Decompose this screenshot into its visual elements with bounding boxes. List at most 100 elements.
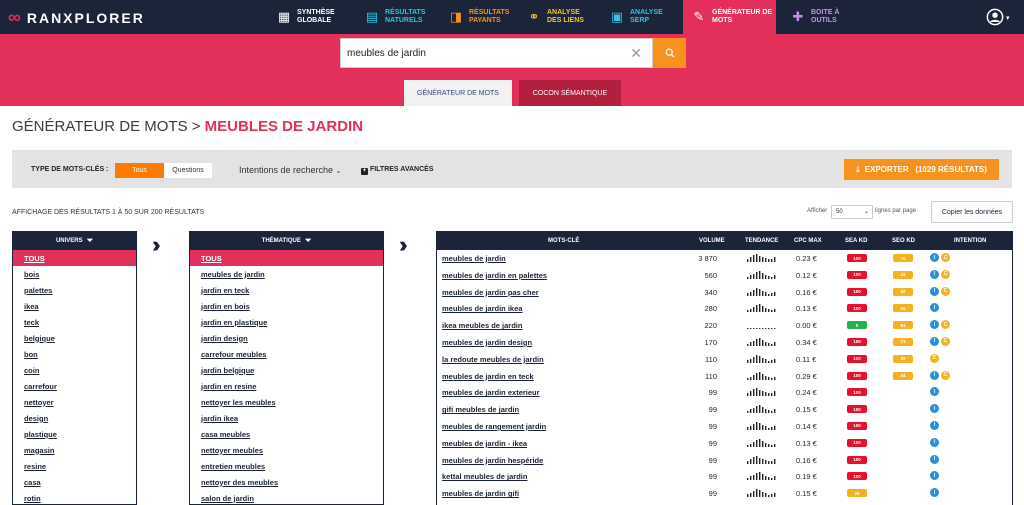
nav-item[interactable]: ✎ GÉNÉRATEUR DE MOTS <box>683 0 776 34</box>
keyword-link[interactable]: meubles de jardin <box>442 254 506 263</box>
table-row: meubles de jardin design 170 0.34 € 100 71 I C <box>437 334 1012 351</box>
col-header-keyword[interactable]: MOTS-CLÉ <box>548 238 579 244</box>
univers-item[interactable]: teck <box>13 314 136 330</box>
keyword-link[interactable]: kettal meubles de jardin <box>442 472 527 481</box>
keyword-volume: 280 <box>704 304 717 314</box>
nav-item[interactable]: ⚭ ANALYSE DES LIENS <box>518 0 594 34</box>
tab-generateur-de-mots[interactable]: GÉNÉRATEUR DE MOTS <box>404 80 512 106</box>
keyword-link[interactable]: ikea meubles de jardin <box>442 321 522 330</box>
keyword-link[interactable]: meubles de jardin en palettes <box>442 271 547 280</box>
univers-header[interactable]: UNIVERS ⏷ <box>13 232 136 250</box>
user-account-icon[interactable] <box>986 8 1004 26</box>
univers-item[interactable]: resine <box>13 458 136 474</box>
univers-item[interactable]: plastique <box>13 426 136 442</box>
search-input[interactable]: meubles de jardin ✕ <box>340 38 653 68</box>
nav-item[interactable]: ▤ RÉSULTATS NATURELS <box>356 0 434 34</box>
univers-item[interactable]: magasin <box>13 442 136 458</box>
copy-data-button[interactable]: Copier les données <box>931 201 1013 223</box>
keyword-volume: 99 <box>708 455 717 465</box>
keyword-link[interactable]: la redoute meubles de jardin <box>442 355 544 364</box>
thematique-item[interactable]: jardin en resine <box>190 378 383 394</box>
thematique-item[interactable]: nettoyer meubles <box>190 442 383 458</box>
advanced-filters-label: FILTRES AVANCÉS <box>369 166 434 173</box>
nav-item[interactable]: ✚ BOITE À OUTILS <box>782 0 856 34</box>
table-row: kettal meubles de jardin 99 0.19 € 100 I <box>437 468 1012 485</box>
keyword-link[interactable]: gifi meubles de jardin <box>442 405 519 414</box>
top-navbar: ∞ RANXPLORER ▦ SYNTHÈSE GLOBALE ▤ RÉSULTATS… <box>0 0 1024 34</box>
filter-icon[interactable]: ⏷ <box>305 236 311 246</box>
advanced-filters-button[interactable]: + FILTRES AVANCÉS <box>361 166 433 175</box>
intent-badge: C <box>941 336 950 346</box>
filter-icon[interactable]: ⏷ <box>87 236 93 246</box>
nav-item[interactable]: ▦ SYNTHÈSE GLOBALE <box>268 0 348 34</box>
thematique-item[interactable]: jardin en bois <box>190 298 383 314</box>
thematique-item[interactable]: jardin design <box>190 330 383 346</box>
univers-item[interactable]: bois <box>13 266 136 282</box>
intent-badge: C <box>930 353 939 363</box>
univers-item[interactable]: ikea <box>13 298 136 314</box>
univers-item[interactable]: palettes <box>13 282 136 298</box>
thematique-header[interactable]: THÉMATIQUE ⏷ <box>190 232 383 250</box>
univers-item[interactable]: bon <box>13 346 136 362</box>
univers-item[interactable]: casa <box>13 474 136 490</box>
filter-questions-button[interactable]: Questions <box>164 163 212 178</box>
thematique-item[interactable]: casa meubles <box>190 426 383 442</box>
univers-item[interactable]: rotin <box>13 490 136 504</box>
nav-item[interactable]: ▣ ANALYSE SERP <box>601 0 675 34</box>
intent-badge: I <box>930 488 939 498</box>
keyword-link[interactable]: meubles de jardin exterieur <box>442 388 540 397</box>
double-chevron-right-icon: ›› <box>399 232 407 257</box>
col-header-sea-kd[interactable]: SEA KD <box>845 238 867 244</box>
univers-item[interactable]: belgique <box>13 330 136 346</box>
trend-sparkline <box>747 304 776 313</box>
thematique-item[interactable]: nettoyer les meubles <box>190 394 383 410</box>
col-header-seo-kd[interactable]: SEO KD <box>892 238 915 244</box>
thematique-item[interactable]: jardin ikea <box>190 410 383 426</box>
col-header-volume[interactable]: VOLUME <box>699 238 725 244</box>
thematique-panel: THÉMATIQUE ⏷ TOUS meubles de jardin jardin … <box>189 231 384 505</box>
keyword-volume: 3 870 <box>698 254 717 263</box>
keyword-link[interactable]: meubles de jardin hespéride <box>442 456 543 465</box>
univers-item[interactable]: coin <box>13 362 136 378</box>
keyword-link[interactable]: meubles de jardin pas cher <box>442 288 539 297</box>
sea-kd-badge: 100 <box>847 388 867 397</box>
keyword-link[interactable]: meubles de jardin design <box>442 338 532 347</box>
thematique-item[interactable]: carrefour meubles <box>190 346 383 362</box>
keyword-link[interactable]: meubles de rangement jardin <box>442 422 546 431</box>
brand-logo[interactable]: ∞ RANXPLORER <box>8 7 145 28</box>
thematique-item[interactable]: entretien meubles <box>190 458 383 474</box>
thematique-item[interactable]: nettoyer des meubles <box>190 474 383 490</box>
tab-cocon-semantique[interactable]: COCON SÉMANTIQUE <box>519 80 621 106</box>
nav-item-label: GÉNÉRATEUR DE MOTS <box>712 9 773 24</box>
keyword-link[interactable]: meubles de jardin en teck <box>442 372 534 381</box>
search-intent-dropdown[interactable]: Intentions de recherche ⌄ <box>239 165 341 175</box>
export-button[interactable]: ⤓ EXPORTER (1029 RÉSULTATS) <box>844 159 999 180</box>
lines-per-page-select[interactable]: 50 ⌄ <box>831 205 873 219</box>
thematique-item[interactable]: TOUS <box>190 250 383 266</box>
thematique-item[interactable]: meubles de jardin <box>190 266 383 282</box>
nav-item[interactable]: ◨ RÉSULTATS PAYANTS <box>440 0 512 34</box>
univers-item[interactable]: design <box>13 410 136 426</box>
keyword-link[interactable]: meubles de jardin - ikea <box>442 439 527 448</box>
univers-item[interactable]: carrefour <box>13 378 136 394</box>
col-header-trend[interactable]: TENDANCE <box>745 238 778 244</box>
univers-item[interactable]: nettoyer <box>13 394 136 410</box>
clear-search-icon[interactable]: ✕ <box>630 45 642 62</box>
filter-tous-button[interactable]: Tous <box>115 163 164 178</box>
col-header-intent[interactable]: INTENTION <box>954 238 986 244</box>
col-header-cpc[interactable]: CPC MAX <box>794 238 822 244</box>
table-row: meubles de jardin en teck 110 0.29 € 100 44 I… <box>437 368 1012 385</box>
thematique-item[interactable]: salon de jardin <box>190 490 383 504</box>
thematique-item[interactable]: jardin belgique <box>190 362 383 378</box>
seo-kd-badge: 71 <box>893 337 913 346</box>
search-button[interactable] <box>653 38 686 68</box>
thematique-item[interactable]: jardin en plastique <box>190 314 383 330</box>
keywords-table-header: MOTS-CLÉ VOLUME TENDANCE CPC MAX SEA KD … <box>437 232 1012 250</box>
chevron-down-icon: ⌄ <box>863 209 869 215</box>
keyword-link[interactable]: meubles de jardin ikea <box>442 304 522 313</box>
univers-item[interactable]: TOUS <box>13 250 136 266</box>
user-menu-caret-icon[interactable]: ▾ <box>1006 14 1010 22</box>
intent-badge: C <box>941 269 950 279</box>
thematique-item[interactable]: jardin en teck <box>190 282 383 298</box>
keyword-link[interactable]: meubles de jardin gifi <box>442 489 519 498</box>
